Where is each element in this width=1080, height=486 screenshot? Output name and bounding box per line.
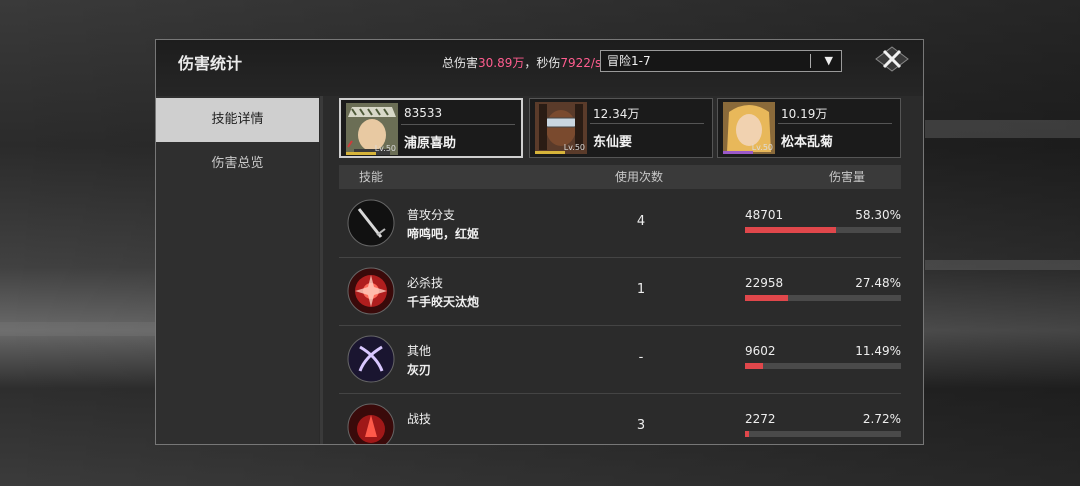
damage-bar — [745, 295, 901, 301]
skill-type: 战技 — [407, 412, 432, 426]
crossed-blades-icon — [347, 335, 395, 383]
skill-damage: 2272 — [745, 412, 776, 426]
skill-uses: 1 — [636, 282, 646, 297]
skill-details-content: Lv.50 83533 浦原喜助 Lv.50 12.34万 东仙要 Lv.50 … — [339, 96, 903, 444]
title-bar: 伤害统计 总伤害30.89万，秒伤7922/s 冒险1-7 ▼ — [156, 40, 923, 96]
skill-uses: 3 — [636, 418, 646, 433]
skill-percent: 11.49% — [855, 344, 901, 358]
character-name: 东仙要 — [593, 135, 633, 150]
panel-title: 伤害统计 — [178, 54, 243, 73]
damage-bar-fill — [745, 363, 763, 369]
character-name: 松本乱菊 — [781, 135, 834, 150]
skill-name: 千手皎天汰炮 — [407, 295, 480, 309]
damage-bar-fill — [745, 227, 836, 233]
table-row: 战技 3 2272 2.72% — [339, 394, 901, 444]
total-damage-value: 30.89万 — [478, 56, 525, 70]
character-card-urahara[interactable]: Lv.50 83533 浦原喜助 — [339, 98, 523, 158]
sidebar: 技能详情 伤害总览 — [156, 96, 319, 444]
tab-skill-details[interactable]: 技能详情 — [156, 98, 319, 142]
damage-stats-panel: 伤害统计 总伤害30.89万，秒伤7922/s 冒险1-7 ▼ 技能详情 伤害总… — [155, 39, 924, 445]
skill-type: 普攻分支 — [407, 208, 456, 222]
explosion-icon — [347, 267, 395, 315]
table-row: 其他 灰刃 - 9602 11.49% — [339, 326, 901, 394]
damage-bar — [745, 431, 901, 437]
total-damage-label: 总伤害 — [442, 56, 479, 70]
tab-damage-overview[interactable]: 伤害总览 — [156, 142, 319, 186]
dps-value: 7922/s — [560, 56, 602, 70]
character-damage: 10.19万 — [781, 107, 828, 121]
close-icon — [875, 46, 909, 72]
skill-type: 其他 — [407, 344, 432, 358]
skill-percent: 58.30% — [855, 208, 901, 222]
skill-damage: 48701 — [745, 208, 784, 222]
character-damage: 12.34万 — [593, 107, 640, 121]
stage-dropdown[interactable]: 冒险1-7 ▼ — [600, 50, 842, 72]
matsumoto-portrait — [723, 102, 775, 154]
dropdown-divider — [810, 54, 811, 68]
col-skill: 技能 — [359, 170, 384, 184]
skill-name: 灰刃 — [407, 363, 432, 377]
close-button[interactable] — [874, 45, 910, 73]
col-damage: 伤害量 — [829, 170, 866, 184]
tosen-portrait — [535, 102, 587, 154]
table-row: 必杀技 千手皎天汰炮 1 22958 27.48% — [339, 258, 901, 326]
character-name: 浦原喜助 — [404, 136, 457, 151]
stage-dropdown-value: 冒险1-7 — [607, 54, 651, 68]
sidebar-divider — [320, 96, 323, 444]
character-card-matsumoto[interactable]: Lv.50 10.19万 松本乱菊 — [717, 98, 901, 158]
skill-damage: 9602 — [745, 344, 776, 358]
damage-bar-fill — [745, 295, 788, 301]
dps-label: ，秒伤 — [524, 56, 561, 70]
table-row: 普攻分支 啼鸣吧，红姬 4 48701 58.30% — [339, 190, 901, 258]
skill-percent: 27.48% — [855, 276, 901, 290]
damage-bar — [745, 363, 901, 369]
damage-bar-fill — [745, 431, 750, 437]
character-damage: 83533 — [404, 106, 443, 120]
skill-damage: 22958 — [745, 276, 784, 290]
chevron-down-icon: ▼ — [824, 54, 833, 67]
damage-bar — [745, 227, 901, 233]
burst-icon — [347, 403, 395, 444]
col-uses: 使用次数 — [615, 170, 664, 184]
skill-uses: 4 — [636, 214, 646, 229]
skill-type: 必杀技 — [407, 276, 444, 290]
sword-icon — [347, 199, 395, 247]
skill-name: 啼鸣吧，红姬 — [407, 227, 480, 241]
character-card-tosen[interactable]: Lv.50 12.34万 东仙要 — [529, 98, 713, 158]
damage-summary: 总伤害30.89万，秒伤7922/s — [442, 54, 601, 71]
urahara-portrait — [346, 103, 398, 155]
table-header: 技能 使用次数 伤害量 — [339, 165, 901, 189]
skill-uses: - — [638, 350, 644, 365]
skill-percent: 2.72% — [862, 412, 901, 426]
